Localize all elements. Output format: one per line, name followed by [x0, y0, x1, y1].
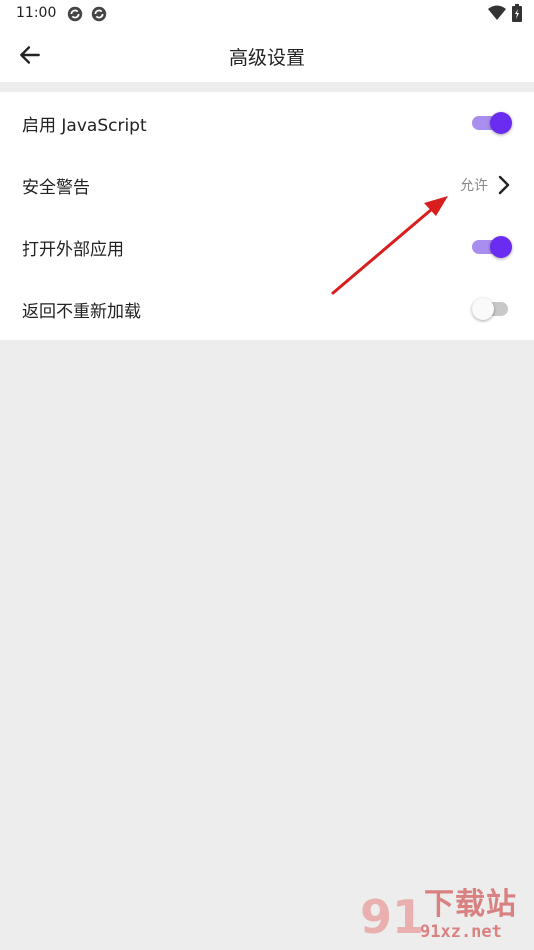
setting-label: 打开外部应用 — [22, 239, 124, 260]
toggle-thumb — [472, 298, 494, 320]
setting-row-security-warning[interactable]: 安全警告 允许 — [0, 154, 534, 216]
setting-label: 返回不重新加载 — [22, 301, 141, 322]
setting-label: 启用 JavaScript — [22, 115, 147, 136]
no-reload-toggle[interactable] — [472, 297, 512, 321]
status-time: 11:00 — [16, 5, 57, 21]
status-notification-icons — [66, 5, 108, 23]
settings-list: 启用 JavaScript 安全警告 允许 打开外部应用 返回不重新加载 — [0, 92, 534, 340]
status-bar: 11:00 — [0, 0, 534, 28]
page-title: 高级设置 — [228, 47, 305, 69]
toggle-thumb — [490, 112, 512, 134]
setting-row-no-reload[interactable]: 返回不重新加载 — [0, 278, 534, 340]
setting-row-javascript[interactable]: 启用 JavaScript — [0, 92, 534, 154]
setting-label: 安全警告 — [22, 177, 90, 198]
watermark-title: 下载站 — [424, 887, 517, 922]
app-bar: 高级设置 — [0, 28, 534, 82]
watermark-mark: 91 — [360, 890, 425, 944]
sync-icon — [66, 5, 84, 23]
watermark-logo: 91 下载站 91xz.net — [360, 888, 530, 948]
status-system-icons — [488, 4, 522, 22]
setting-value: 允许 — [460, 178, 488, 194]
setting-row-open-external[interactable]: 打开外部应用 — [0, 216, 534, 278]
sync-icon — [90, 5, 108, 23]
watermark-url: 91xz.net — [420, 922, 502, 942]
battery-charging-icon — [512, 4, 522, 22]
wifi-icon — [488, 5, 506, 21]
javascript-toggle[interactable] — [472, 111, 512, 135]
chevron-right-icon — [496, 175, 512, 195]
toggle-thumb — [490, 236, 512, 258]
open-external-toggle[interactable] — [472, 235, 512, 259]
